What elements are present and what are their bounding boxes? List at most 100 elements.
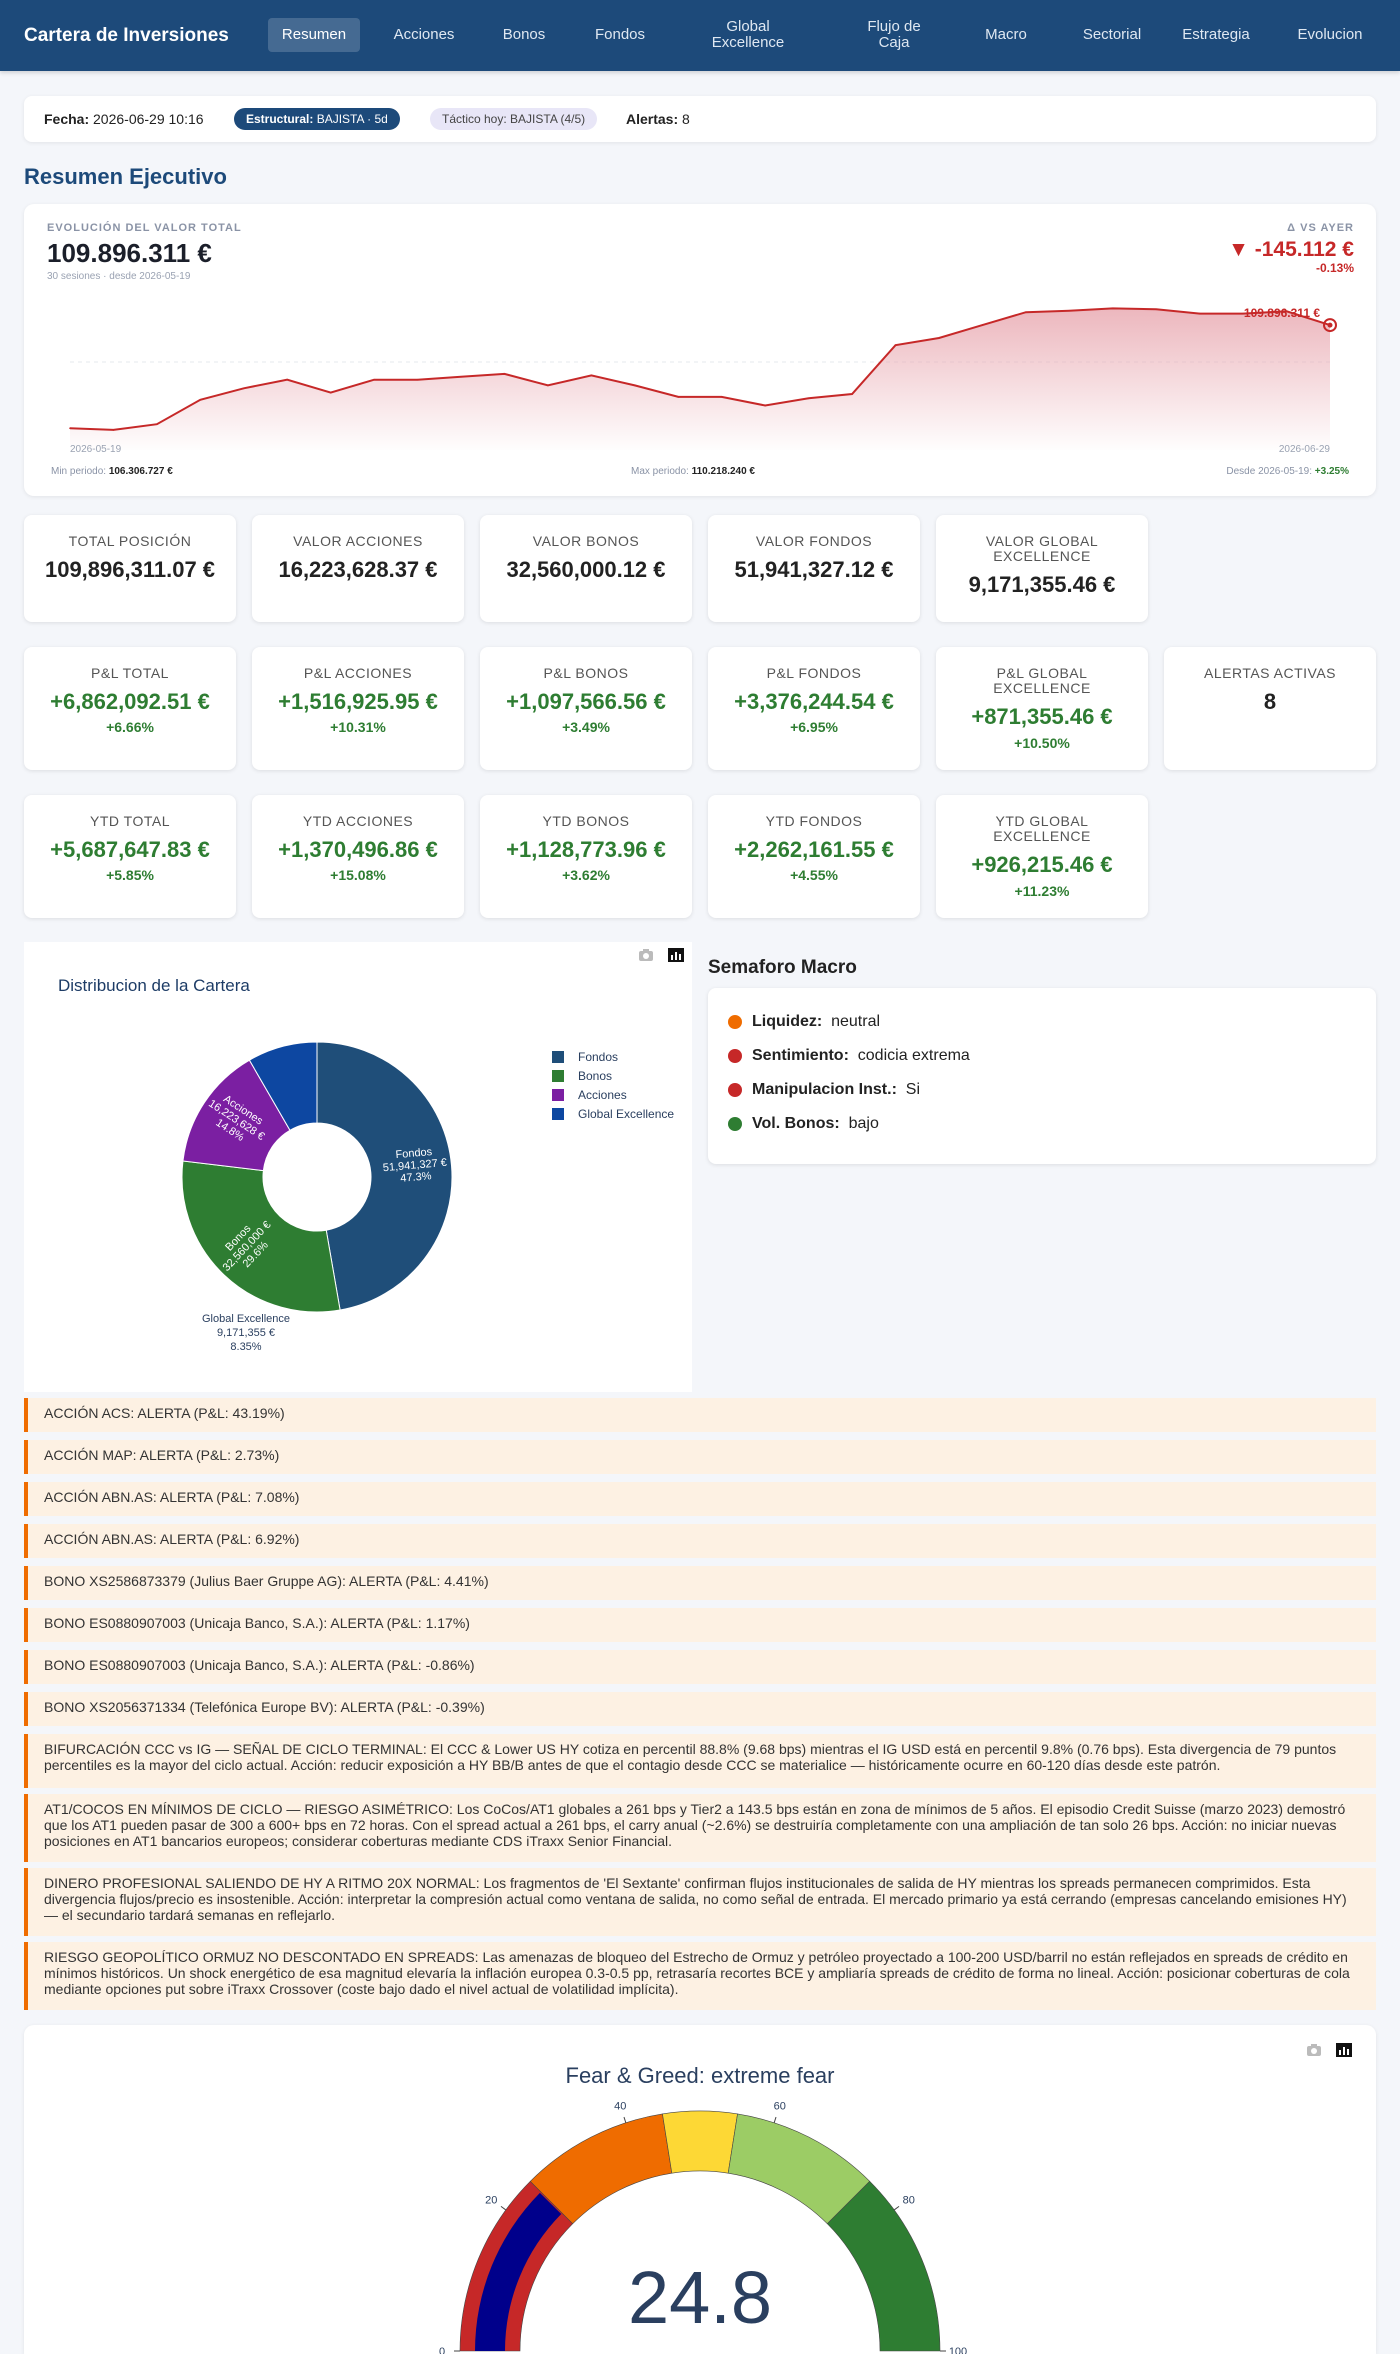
alert-item: BONO XS2586873379 (Julius Baer Gruppe AG…: [24, 1566, 1376, 1600]
kpi-label: YTD TOTAL: [90, 813, 170, 829]
kpi-value: +1,128,773.96 €: [506, 837, 666, 862]
status-dot-icon: [728, 1117, 742, 1131]
semaforo-label: Liquidez:: [752, 1013, 823, 1030]
evolution-point: [156, 423, 158, 425]
evolution-point: [547, 384, 549, 387]
since-label: Desde 2026-05-19:: [1226, 466, 1313, 477]
gauge-tick: [500, 2206, 507, 2211]
gauge-tick-label: 20: [485, 2194, 497, 2206]
kpi-pct: +15.08%: [330, 867, 386, 883]
kpi-pl-fondos: P&L FONDOS +3,376,244.54 € +6.95%: [708, 647, 920, 770]
app-title: Cartera de Inversiones: [24, 25, 229, 46]
kpi-value: +926,215.46 €: [971, 852, 1113, 877]
nav-tab-estrategia[interactable]: Estrategia: [1172, 18, 1260, 52]
kpi-pct: +6.66%: [106, 719, 154, 735]
semaforo-row-manipulacion: Manipulacion Inst.: Si: [728, 1081, 920, 1099]
kpi-value: +6,862,092.51 €: [50, 689, 210, 714]
semaforo-value: bajo: [848, 1115, 879, 1132]
kpi-pct: +6.95%: [790, 719, 838, 735]
fear-greed-card: Fear & Greed: extreme fear 0 20 40 60 80 100 2…: [24, 2025, 1376, 2354]
kpi-valor-bonos: VALOR BONOS 32,560,000.12 €: [480, 515, 692, 622]
semaforo-row-vol-bonos: Vol. Bonos: bajo: [728, 1115, 879, 1133]
kpi-value: 8: [1263, 689, 1277, 714]
legend-swatch: [552, 1051, 564, 1063]
semaforo-value: neutral: [831, 1013, 881, 1030]
gauge-tick-label: 0: [439, 2346, 445, 2354]
last-value-label: 109.896.311 €: [1244, 306, 1320, 320]
evolution-chart: 109.896.311 € 2026-05-19 2026-06-29: [69, 306, 1337, 455]
alert-item: ACCIÓN MAP: ALERTA (P&L: 2.73%): [24, 1440, 1376, 1474]
evolution-point: [329, 391, 332, 394]
legend-label: Bonos: [578, 1069, 612, 1083]
evolution-point: [69, 427, 71, 430]
alert-item: DINERO PROFESIONAL SALIENDO DE HY A RITM…: [24, 1868, 1376, 1936]
nav-tab-acciones[interactable]: Acciones: [380, 18, 468, 52]
kpi-value: 9,171,355.46 €: [968, 572, 1116, 597]
kpi-value: +1,097,566.56 €: [506, 689, 666, 714]
kpi-value: 16,223,628.37 €: [278, 557, 438, 582]
gauge-band: [662, 2110, 738, 2174]
nav-tab-evolucion[interactable]: Evolucion: [1288, 18, 1372, 52]
kpi-label: YTD BONOS: [542, 813, 630, 829]
evolution-label: EVOLUCIÓN DEL VALOR TOTAL: [47, 222, 242, 234]
semaforo-row-sentimiento: Sentimiento: codicia extrema: [728, 1047, 970, 1065]
min-periodo: Min periodo: 106.306.727 €: [51, 466, 173, 477]
top-nav: Cartera de Inversiones Resumen Acciones …: [0, 0, 1400, 71]
evolution-point: [720, 396, 723, 398]
kpi-alertas-activas: ALERTAS ACTIVAS 8: [1164, 647, 1376, 770]
alert-item: BIFURCACIÓN CCC vs IG — SEÑAL DE CICLO T…: [24, 1734, 1376, 1788]
legend-label: Fondos: [578, 1050, 618, 1064]
kpi-value: +871,355.46 €: [971, 704, 1113, 729]
kpi-value: 51,941,327.12 €: [734, 557, 894, 582]
alert-item: BONO ES0880907003 (Unicaja Banco, S.A.):…: [24, 1650, 1376, 1684]
gauge-tick-label: 60: [774, 2101, 786, 2113]
nav-tab-sectorial[interactable]: Sectorial: [1066, 18, 1158, 52]
max-label: Max periodo:: [631, 466, 689, 477]
gauge-tick: [773, 2116, 777, 2123]
status-dot-icon: [728, 1083, 742, 1097]
kpi-pct: +10.50%: [1014, 735, 1070, 751]
nav-tab-macro[interactable]: Macro: [970, 18, 1042, 52]
legend-swatch: [552, 1089, 564, 1101]
nav-tab-resumen[interactable]: Resumen: [268, 18, 360, 52]
distribution-donut-chart: Fondos51,941,327 €47.3%Bonos32,560,000 €…: [181, 1041, 674, 1353]
kpi-ytd-bonos: YTD BONOS +1,128,773.96 € +3.62%: [480, 795, 692, 918]
kpi-value: 109,896,311.07 €: [44, 557, 216, 582]
kpi-label: ALERTAS ACTIVAS: [1204, 665, 1336, 681]
semaforo-label: Manipulacion Inst.:: [752, 1081, 897, 1098]
min-label: Min periodo:: [51, 466, 107, 477]
alertas-item: Alertas: 8: [626, 96, 690, 142]
section-title: Resumen Ejecutivo: [24, 164, 227, 189]
evolution-point: [634, 384, 636, 387]
alertas-value: 8: [682, 111, 690, 127]
nav-tab-global-excellence[interactable]: Global Excellence: [692, 18, 804, 52]
kpi-total-posicion: TOTAL POSICIÓN 109,896,311.07 €: [24, 515, 236, 622]
evolution-point: [503, 373, 506, 375]
kpi-valor-global-excellence: VALOR GLOBAL EXCELLENCE 9,171,355.46 €: [936, 515, 1148, 622]
kpi-value: +1,516,925.95 €: [278, 689, 438, 714]
kpi-label: TOTAL POSICIÓN: [68, 533, 192, 549]
gauge-tick-label: 80: [903, 2194, 915, 2206]
delta-pct: -0.13%: [1315, 261, 1354, 275]
kpi-ytd-fondos: YTD FONDOS +2,262,161.55 € +4.55%: [708, 795, 920, 918]
fecha-value: 2026-06-29 10:16: [93, 111, 204, 127]
evolution-point: [590, 374, 593, 377]
distribution-panel: Distribucion de la Cartera Fondos51,941,…: [24, 942, 692, 1392]
kpi-value: +2,262,161.55 €: [734, 837, 894, 862]
estructural-badge: Estructural: BAJISTA · 5d: [234, 108, 400, 130]
kpi-value: +5,687,647.83 €: [50, 837, 210, 862]
donut-slice-label: Global Excellence 9,171,355 €8.35%: [202, 1313, 290, 1353]
evolution-point: [981, 324, 984, 326]
kpi-pct: +4.55%: [790, 867, 838, 883]
nav-tab-flujo-de-caja[interactable]: Flujo de Caja: [850, 18, 938, 52]
evolution-point: [112, 429, 115, 431]
estructural-value: BAJISTA · 5d: [316, 112, 388, 126]
gauge-band: [826, 2180, 941, 2352]
nav-tab-fondos[interactable]: Fondos: [580, 18, 660, 52]
nav-tab-bonos[interactable]: Bonos: [488, 18, 560, 52]
kpi-label: YTD FONDOS: [765, 813, 863, 829]
kpi-pct: +5.85%: [106, 867, 154, 883]
max-periodo: Max periodo: 110.218.240 €: [631, 466, 755, 477]
delta-label: Δ VS AYER: [1287, 222, 1354, 234]
evolution-point: [851, 393, 853, 395]
